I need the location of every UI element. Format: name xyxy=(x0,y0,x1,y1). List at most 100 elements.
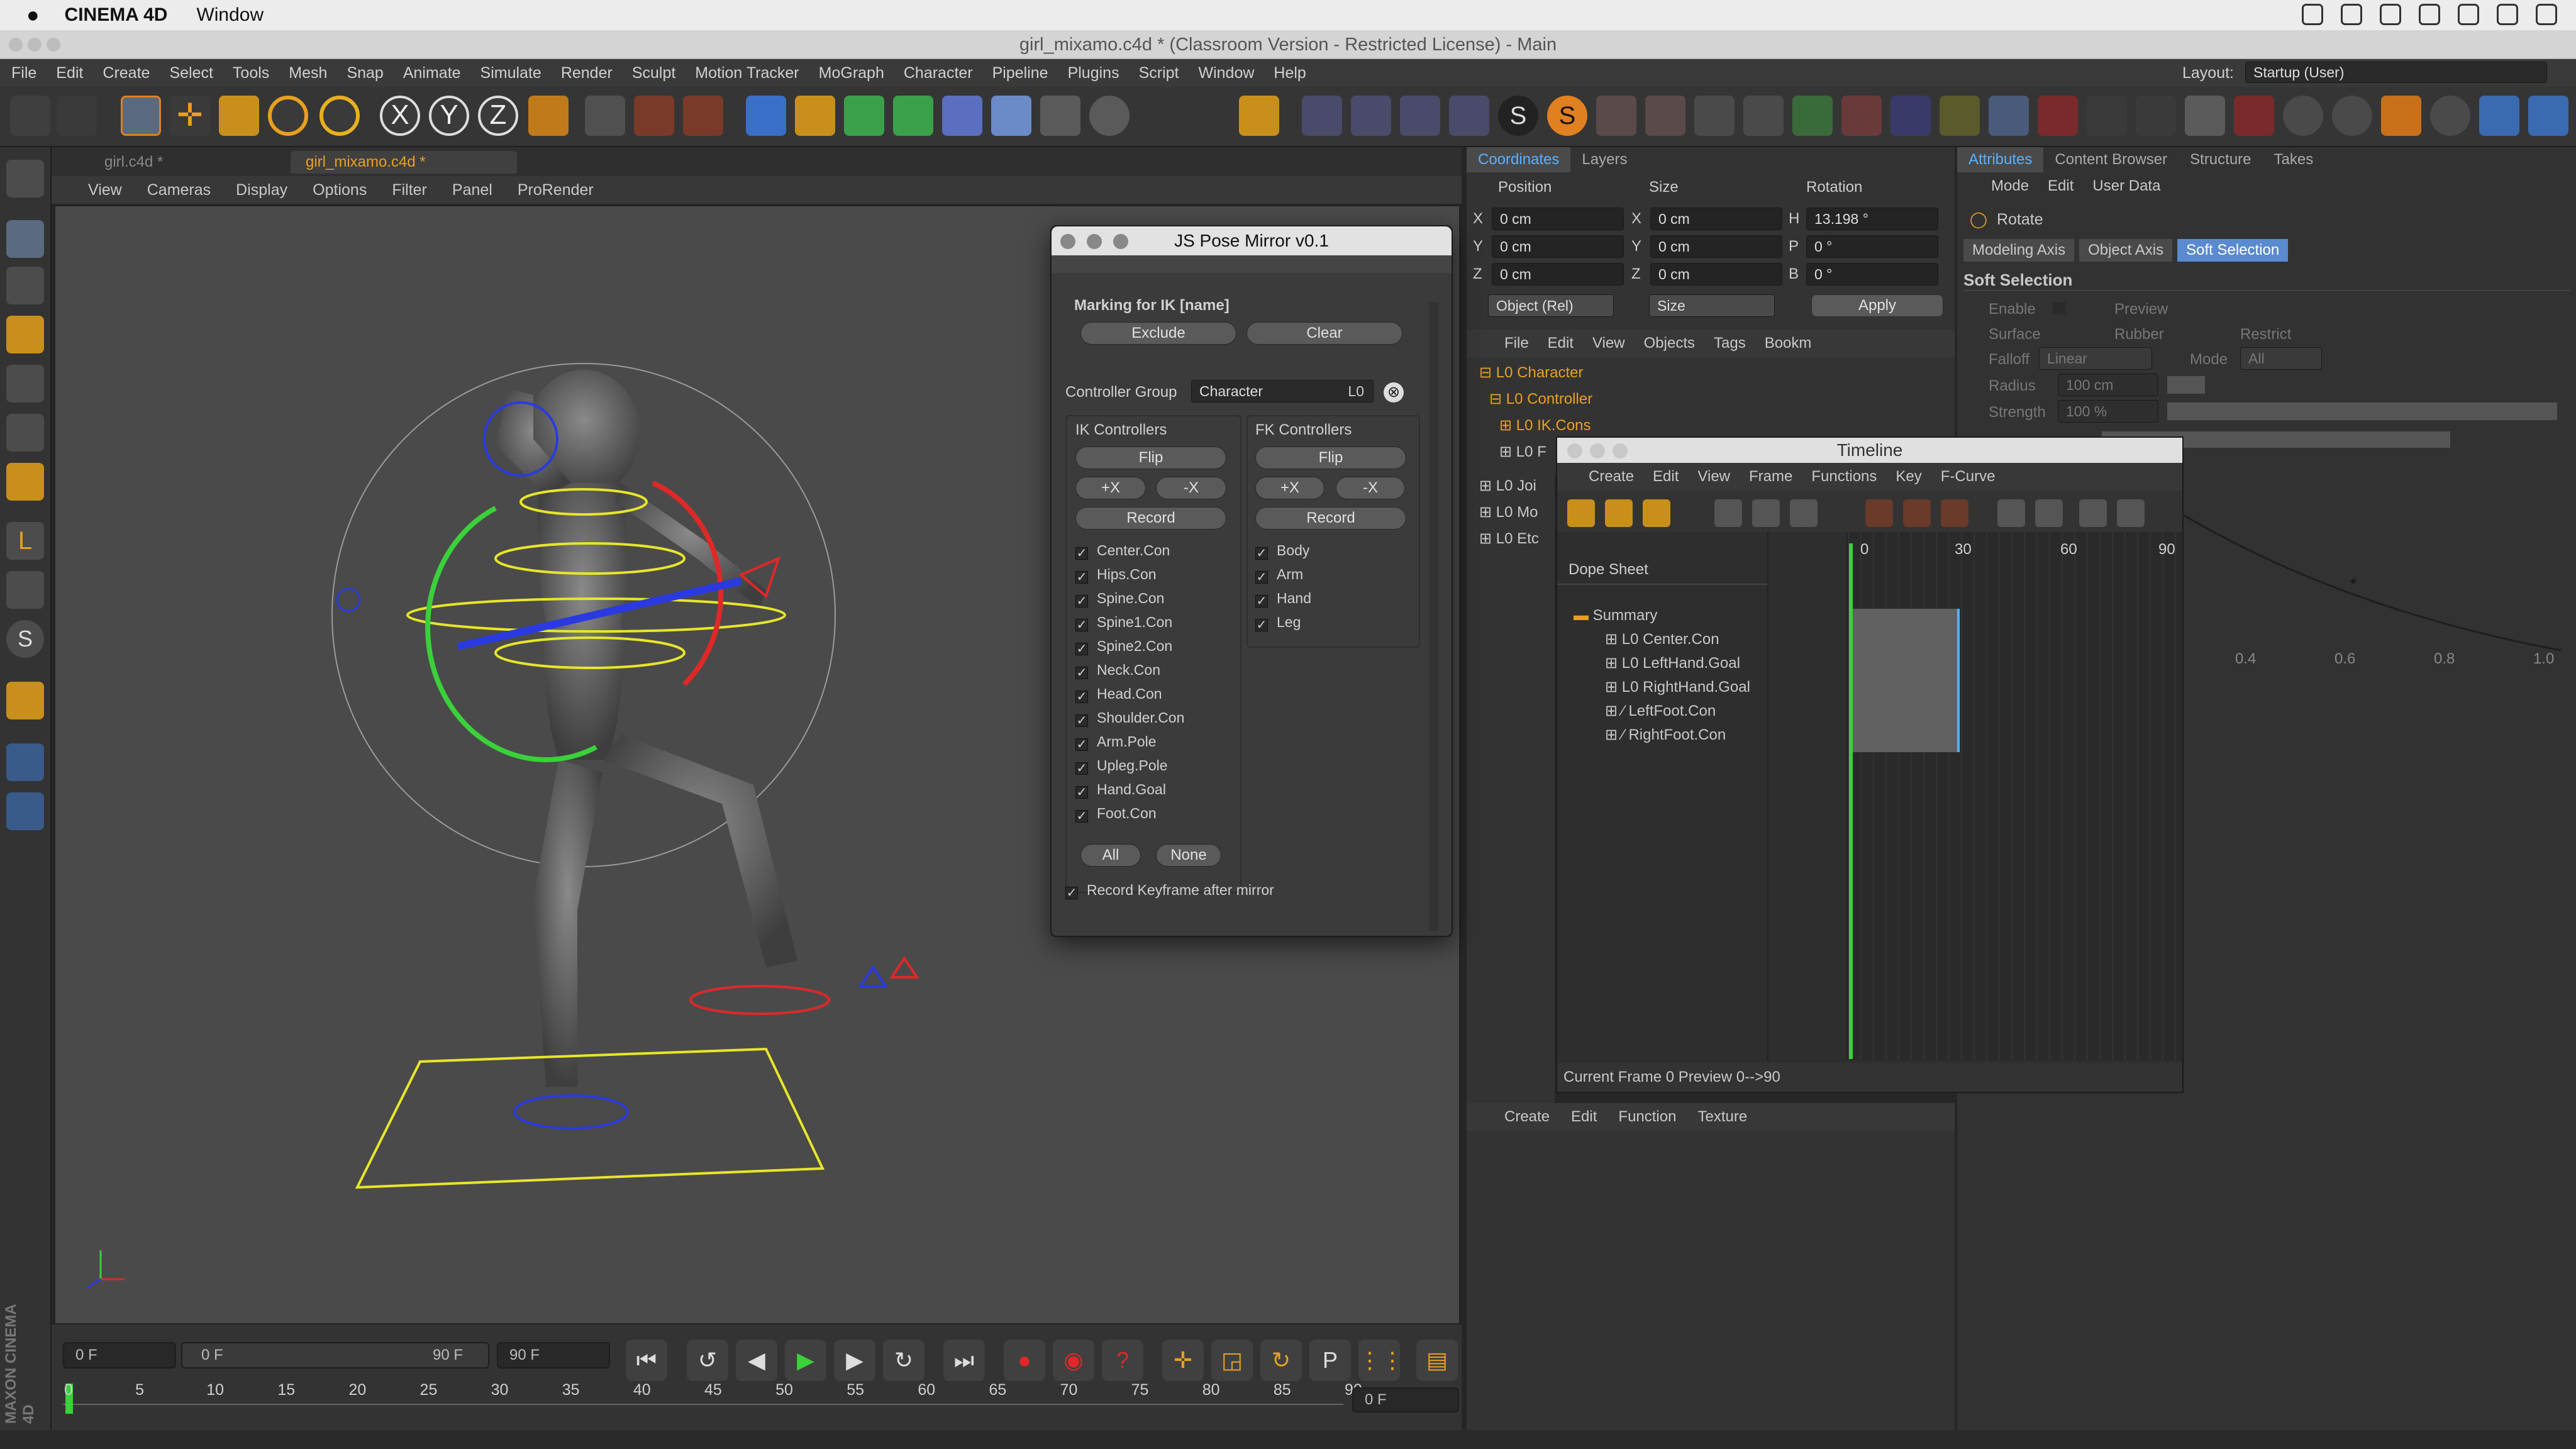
cloner-icon[interactable] xyxy=(893,96,933,136)
tree-item-character[interactable]: ⊟ L0 Character xyxy=(1479,361,1584,385)
status-icon[interactable] xyxy=(2380,4,2401,25)
ground-plane-controller[interactable] xyxy=(355,1047,825,1189)
subtab-modeling-axis[interactable]: Modeling Axis xyxy=(1963,239,2075,262)
objects-menu-file[interactable]: File xyxy=(1504,330,1529,357)
script-icon[interactable] xyxy=(1596,96,1636,136)
grid-lock-icon[interactable] xyxy=(6,792,44,830)
floor-icon[interactable] xyxy=(991,96,1031,136)
settings-gear-icon[interactable] xyxy=(2283,96,2323,136)
curve-linear-icon[interactable] xyxy=(2117,499,2145,527)
move-icon[interactable]: ✛ xyxy=(170,96,210,136)
ik-checkbox-spine[interactable]: ✓ Spine.Con xyxy=(1075,590,1164,608)
record-parameter-icon[interactable]: P xyxy=(1309,1340,1351,1381)
track-lefthand-goal[interactable]: ⊞ L0 LeftHand.Goal xyxy=(1605,652,1740,675)
position-z-field[interactable]: 0 cm xyxy=(1492,263,1624,286)
package-icon[interactable] xyxy=(2381,96,2421,136)
script-icon[interactable] xyxy=(2087,96,2127,136)
menu-mesh[interactable]: Mesh xyxy=(289,64,327,82)
menu-select[interactable]: Select xyxy=(169,64,213,82)
menu-motion-tracker[interactable]: Motion Tracker xyxy=(695,64,799,82)
frame-range-slider[interactable]: 0 F 90 F xyxy=(181,1342,489,1368)
ik-record-button[interactable]: Record xyxy=(1075,507,1226,530)
y-axis-icon[interactable]: Y xyxy=(429,96,469,136)
ik-checkbox-center[interactable]: ✓ Center.Con xyxy=(1075,542,1170,560)
menu-create[interactable]: Create xyxy=(103,64,150,82)
dialog-titlebar[interactable]: JS Pose Mirror v0.1 xyxy=(1052,226,1452,255)
record-scale-icon[interactable]: ◲ xyxy=(1211,1340,1253,1381)
enable-checkbox[interactable] xyxy=(2053,302,2065,314)
pen-icon[interactable] xyxy=(795,96,835,136)
rotation-b-field[interactable]: 0 ° xyxy=(1806,263,1938,286)
timeline-menu-key[interactable]: Key xyxy=(1896,463,1921,491)
apply-button[interactable]: Apply xyxy=(1811,294,1943,317)
pole-target-icon[interactable] xyxy=(858,965,888,987)
deformer-icon[interactable] xyxy=(942,96,982,136)
attr-menu-edit[interactable]: Edit xyxy=(2048,177,2074,195)
coordinate-mode-select[interactable]: Object (Rel) xyxy=(1488,294,1614,317)
material-menu-edit[interactable]: Edit xyxy=(1571,1103,1597,1131)
menu-mograph[interactable]: MoGraph xyxy=(819,64,884,82)
viewport-menu-filter[interactable]: Filter xyxy=(392,181,427,199)
track-righthand-goal[interactable]: ⊞ L0 RightHand.Goal xyxy=(1605,675,1750,699)
magnet-icon[interactable] xyxy=(6,682,44,719)
foot-controller-left[interactable] xyxy=(513,1094,629,1130)
interpolation-icon[interactable] xyxy=(1997,499,2025,527)
timeline-menu-view[interactable]: View xyxy=(1697,463,1730,491)
timeline-titlebar[interactable]: Timeline xyxy=(1557,438,2182,463)
make-editable-icon[interactable] xyxy=(6,160,44,197)
redo-icon[interactable] xyxy=(57,96,97,136)
tab-attributes[interactable]: Attributes xyxy=(1957,147,2044,172)
select-all-button[interactable]: All xyxy=(1080,844,1141,867)
fk-minus-x-button[interactable]: -X xyxy=(1336,477,1405,499)
fk-checkbox-leg[interactable]: ✓ Leg xyxy=(1255,614,1301,631)
add-key-icon[interactable] xyxy=(1865,499,1893,527)
record-after-mirror-checkbox[interactable]: ✓ Record Keyframe after mirror xyxy=(1065,882,1274,899)
undo-icon[interactable] xyxy=(10,96,50,136)
next-key-icon[interactable]: ↻ xyxy=(883,1340,924,1381)
size-z-field[interactable]: 0 cm xyxy=(1650,263,1782,286)
material-menu-function[interactable]: Function xyxy=(1618,1103,1676,1131)
clear-button[interactable]: Clear xyxy=(1246,322,1402,345)
position-y-field[interactable]: 0 cm xyxy=(1492,235,1624,258)
tab-takes[interactable]: Takes xyxy=(2263,147,2325,172)
tree-item-fk[interactable]: ⊞ L0 F xyxy=(1499,440,1546,464)
snap-icon[interactable]: S xyxy=(6,620,44,658)
pole-target-icon[interactable] xyxy=(889,956,919,979)
texture-mode-icon[interactable] xyxy=(6,267,44,304)
previous-frame-icon[interactable]: ◀ xyxy=(736,1340,777,1381)
attr-menu-user-data[interactable]: User Data xyxy=(2092,177,2160,195)
edges-mode-icon[interactable] xyxy=(6,414,44,452)
ik-checkbox-spine1[interactable]: ✓ Spine1.Con xyxy=(1075,614,1172,631)
mac-menu-window[interactable]: Window xyxy=(196,4,264,26)
tab-content-browser[interactable]: Content Browser xyxy=(2043,147,2179,172)
track-leftfoot-con[interactable]: ⊞ ⁄ LeftFoot.Con xyxy=(1605,699,1716,723)
key-tool-icon[interactable] xyxy=(1752,499,1780,527)
s-script-icon[interactable]: S xyxy=(1498,96,1538,136)
ik-checkbox-neck[interactable]: ✓ Neck.Con xyxy=(1075,662,1160,679)
objects-menu-objects[interactable]: Objects xyxy=(1644,330,1695,357)
python-icon[interactable] xyxy=(2528,96,2568,136)
menu-render[interactable]: Render xyxy=(561,64,613,82)
js-script-icon[interactable] xyxy=(1400,96,1440,136)
menu-edit[interactable]: Edit xyxy=(56,64,83,82)
fk-checkbox-hand[interactable]: ✓ Hand xyxy=(1255,590,1311,608)
record-position-icon[interactable]: ✛ xyxy=(1162,1340,1204,1381)
key-tool-icon[interactable] xyxy=(1714,499,1742,527)
status-icon[interactable] xyxy=(2419,4,2440,25)
js-script-icon[interactable] xyxy=(1351,96,1391,136)
exclude-button[interactable]: Exclude xyxy=(1080,322,1236,345)
subdivision-icon[interactable] xyxy=(844,96,884,136)
tweak-mode-icon[interactable] xyxy=(6,571,44,609)
tree-item-etc[interactable]: ⊞ L0 Etc xyxy=(1479,527,1539,551)
tree-item-controller[interactable]: ⊟ L0 Controller xyxy=(1489,387,1592,411)
script-icon[interactable] xyxy=(2136,96,2176,136)
rotate-icon[interactable] xyxy=(268,96,308,136)
ik-checkbox-hips[interactable]: ✓ Hips.Con xyxy=(1075,566,1157,584)
timeline-scheme-icon[interactable]: ▤ xyxy=(1416,1340,1458,1381)
fk-plus-x-button[interactable]: +X xyxy=(1255,477,1324,499)
motion-mode-icon[interactable] xyxy=(1643,499,1670,527)
light-icon[interactable] xyxy=(1089,96,1130,136)
grid-icon[interactable] xyxy=(6,743,44,781)
menu-file[interactable]: File xyxy=(11,64,36,82)
cube-icon[interactable] xyxy=(746,96,786,136)
